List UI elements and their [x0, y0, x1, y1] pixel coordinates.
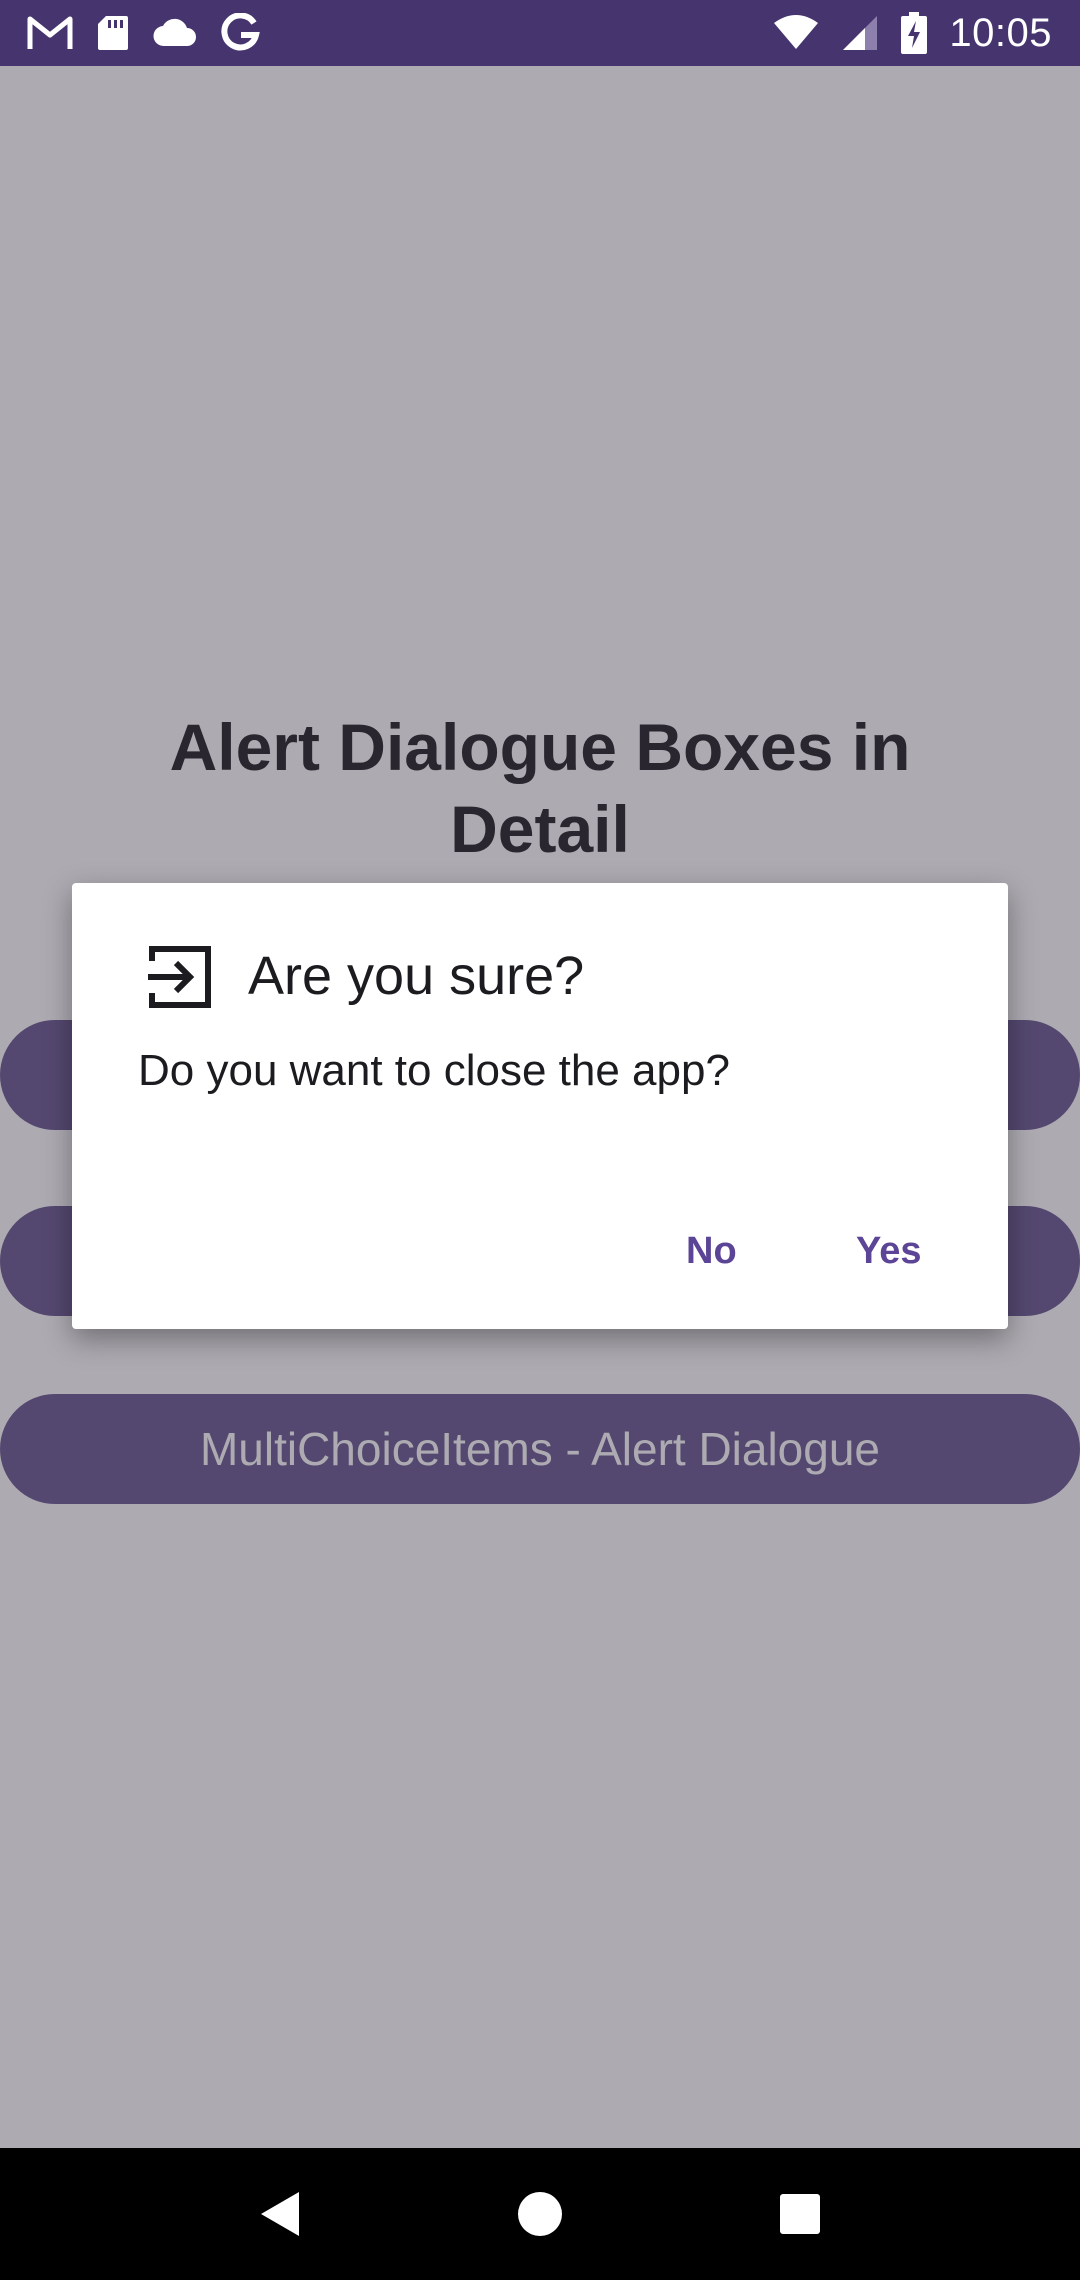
- navigation-bar: [0, 2148, 1080, 2280]
- cellular-signal-icon: [841, 14, 879, 52]
- home-icon[interactable]: [500, 2174, 580, 2254]
- battery-charging-icon: [901, 12, 928, 54]
- dialog-message: Do you want to close the app?: [138, 1046, 730, 1095]
- status-bar: 10:05: [0, 0, 1080, 66]
- status-right-icons: 10:05: [773, 11, 1052, 56]
- recents-icon[interactable]: [760, 2174, 840, 2254]
- gmail-icon: [26, 15, 74, 51]
- dialog-title: Are you sure?: [248, 946, 585, 1006]
- sd-card-icon: [96, 14, 130, 52]
- exit-to-app-icon: [146, 943, 214, 1011]
- status-left-icons: [26, 13, 260, 53]
- status-time: 10:05: [949, 10, 1052, 55]
- google-icon: [220, 13, 260, 53]
- back-icon[interactable]: [240, 2174, 320, 2254]
- no-button[interactable]: No: [686, 1227, 737, 1275]
- cloud-icon: [152, 18, 198, 48]
- alert-dialog: Are you sure? Do you want to close the a…: [72, 883, 1008, 1329]
- yes-button[interactable]: Yes: [856, 1227, 922, 1275]
- wifi-icon: [773, 15, 819, 51]
